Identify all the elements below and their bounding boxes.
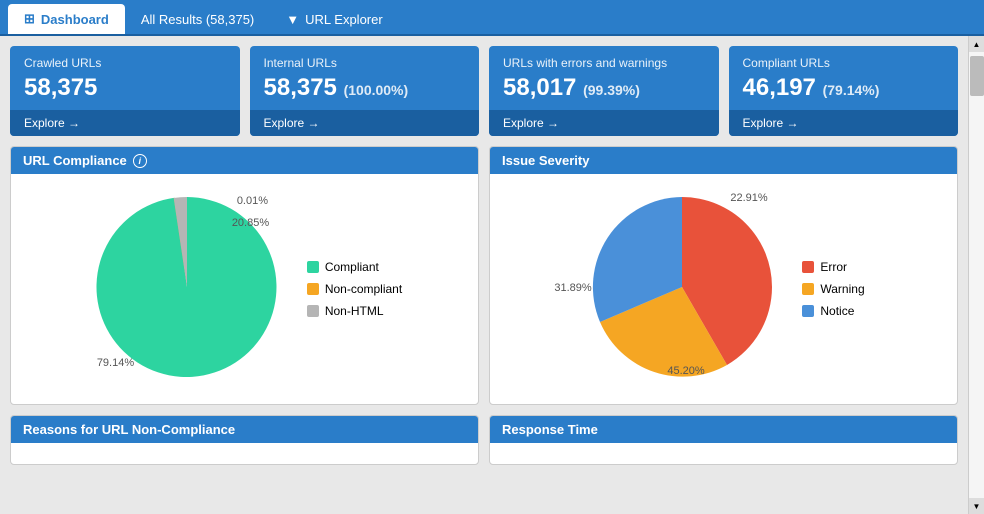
- label-001: 0.01%: [237, 195, 268, 207]
- label-2291: 22.91%: [730, 192, 767, 204]
- legend-notice: Notice: [802, 304, 864, 318]
- scroll-up-button[interactable]: ▲: [969, 36, 984, 52]
- dashboard-icon: ⊞: [24, 11, 35, 27]
- main-content: Crawled URLs 58,375 Explore → Internal U…: [0, 36, 968, 514]
- label-7914: 79.14%: [97, 357, 134, 369]
- metric-card-value-1: 58,375 (100.00%): [264, 74, 466, 102]
- metric-card-2: URLs with errors and warnings 58,017 (99…: [489, 46, 719, 136]
- metric-card-title-0: Crawled URLs: [24, 56, 226, 70]
- compliance-chart-body: 0.01% 20.85% 79.14% Compliant Non-c: [11, 174, 478, 404]
- metric-card-body-2: URLs with errors and warnings 58,017 (99…: [489, 46, 719, 110]
- metric-card-1: Internal URLs 58,375 (100.00%) Explore →: [250, 46, 480, 136]
- metric-card-value-2: 58,017 (99.39%): [503, 74, 705, 102]
- noncompliant-dot: [307, 283, 319, 295]
- metric-card-title-2: URLs with errors and warnings: [503, 56, 705, 70]
- notice-dot: [802, 305, 814, 317]
- content-area: Crawled URLs 58,375 Explore → Internal U…: [0, 36, 984, 514]
- metric-card-body-0: Crawled URLs 58,375: [10, 46, 240, 110]
- legend-compliant: Compliant: [307, 260, 402, 274]
- metric-card-footer-1[interactable]: Explore →: [250, 110, 480, 136]
- compliance-header: URL Compliance i: [11, 147, 478, 174]
- legend-noncompliant: Non-compliant: [307, 282, 402, 296]
- label-3189: 31.89%: [554, 282, 591, 294]
- tab-bar: ⊞ Dashboard All Results (58,375) ▼ URL E…: [0, 0, 984, 36]
- scroll-thumb[interactable]: [970, 56, 984, 96]
- bottom-row: Reasons for URL Non-Compliance Response …: [10, 415, 958, 465]
- compliant-dot: [307, 261, 319, 273]
- severity-pie: 22.91% 31.89% 45.20%: [582, 187, 782, 392]
- scroll-down-button[interactable]: ▼: [969, 498, 984, 514]
- label-4520: 45.20%: [667, 365, 704, 377]
- tab-dashboard[interactable]: ⊞ Dashboard: [8, 4, 125, 34]
- tab-url-explorer[interactable]: ▼ URL Explorer: [270, 4, 398, 34]
- scrollbar: ▲ ▼: [968, 36, 984, 514]
- compliance-panel: URL Compliance i: [10, 146, 479, 405]
- response-time-panel: Response Time: [489, 415, 958, 465]
- metric-card-footer-2[interactable]: Explore →: [489, 110, 719, 136]
- nonhtml-dot: [307, 305, 319, 317]
- metric-cards: Crawled URLs 58,375 Explore → Internal U…: [10, 46, 958, 136]
- warning-dot: [802, 283, 814, 295]
- severity-chart-body: 22.91% 31.89% 45.20% Error Warning: [490, 174, 957, 404]
- filter-icon: ▼: [286, 12, 299, 27]
- metric-card-title-1: Internal URLs: [264, 56, 466, 70]
- label-2085: 20.85%: [232, 217, 269, 229]
- metric-card-footer-0[interactable]: Explore →: [10, 110, 240, 136]
- tab-all-results[interactable]: All Results (58,375): [125, 4, 270, 34]
- compliance-legend: Compliant Non-compliant Non-HTML: [307, 260, 402, 318]
- severity-panel: Issue Severity: [489, 146, 958, 405]
- noncompliance-panel: Reasons for URL Non-Compliance: [10, 415, 479, 465]
- metric-card-3: Compliant URLs 46,197 (79.14%) Explore →: [729, 46, 959, 136]
- compliance-chart-container: 0.01% 20.85% 79.14% Compliant Non-c: [87, 187, 402, 392]
- error-dot: [802, 261, 814, 273]
- severity-chart-container: 22.91% 31.89% 45.20% Error Warning: [582, 187, 864, 392]
- metric-card-body-3: Compliant URLs 46,197 (79.14%): [729, 46, 959, 110]
- charts-row: URL Compliance i: [10, 146, 958, 405]
- legend-warning: Warning: [802, 282, 864, 296]
- info-icon[interactable]: i: [133, 154, 147, 168]
- response-time-header: Response Time: [490, 416, 957, 443]
- scroll-track[interactable]: [969, 52, 984, 498]
- metric-card-footer-3[interactable]: Explore →: [729, 110, 959, 136]
- legend-nonhtml: Non-HTML: [307, 304, 402, 318]
- noncompliance-header: Reasons for URL Non-Compliance: [11, 416, 478, 443]
- compliance-pie: 0.01% 20.85% 79.14%: [87, 187, 287, 392]
- metric-card-title-3: Compliant URLs: [743, 56, 945, 70]
- metric-card-body-1: Internal URLs 58,375 (100.00%): [250, 46, 480, 110]
- severity-legend: Error Warning Notice: [802, 260, 864, 318]
- metric-card-value-0: 58,375: [24, 74, 226, 102]
- severity-header: Issue Severity: [490, 147, 957, 174]
- metric-card-value-3: 46,197 (79.14%): [743, 74, 945, 102]
- metric-card-0: Crawled URLs 58,375 Explore →: [10, 46, 240, 136]
- legend-error: Error: [802, 260, 864, 274]
